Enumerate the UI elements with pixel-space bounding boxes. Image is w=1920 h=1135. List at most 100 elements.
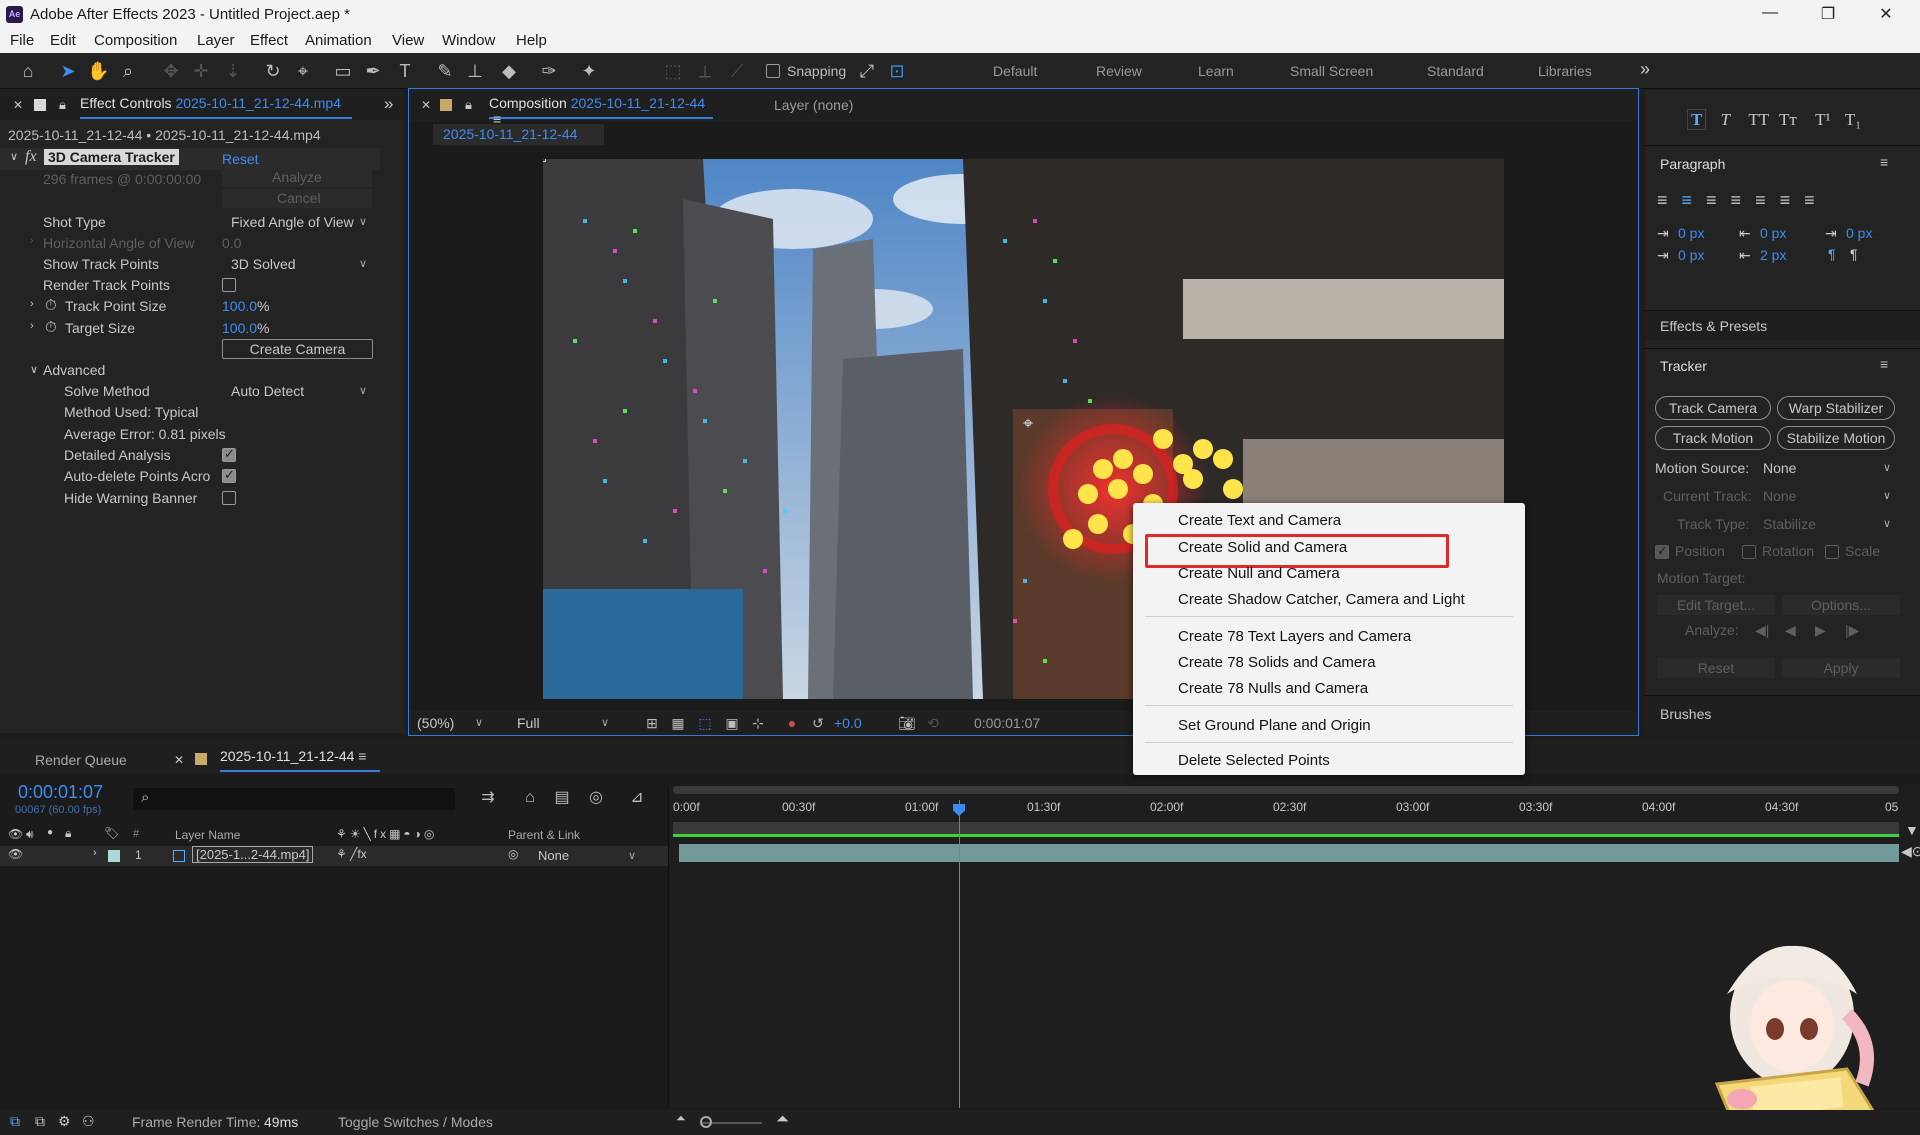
analyze-button[interactable]: Analyze: [222, 168, 372, 187]
analyze-backward-icon[interactable]: ◀: [1785, 622, 1796, 639]
layer-row[interactable]: 👁︎ › 1 [2025-1...2-44.mp4] ⚘ ╱fx ◎ None ∨: [0, 846, 668, 866]
tab-layer[interactable]: Layer (none): [774, 97, 853, 113]
superscript-button[interactable]: T¹: [1815, 110, 1830, 129]
track-camera-button[interactable]: Track Camera: [1655, 396, 1771, 420]
track-point-size-value[interactable]: 100.0%: [222, 298, 270, 314]
justify-center-icon[interactable]: ≡: [1755, 190, 1780, 210]
faux-bold-button[interactable]: T: [1687, 109, 1707, 130]
show-snapshot-icon[interactable]: ⟲: [922, 712, 944, 734]
fx-toggle-icon[interactable]: fx: [25, 148, 37, 166]
workspace-default[interactable]: Default: [993, 63, 1037, 79]
menu-create-78-text-layers[interactable]: Create 78 Text Layers and Camera: [1178, 628, 1411, 645]
axis-local-icon[interactable]: ⬚: [662, 60, 684, 82]
resolution-dropdown[interactable]: Full ∨: [511, 713, 615, 733]
menu-create-solid-and-camera[interactable]: Create Solid and Camera: [1178, 539, 1347, 556]
subscript-button[interactable]: T₁: [1845, 110, 1861, 129]
timeline-track-area[interactable]: 0:00f 00:30f 01:00f 01:30f 02:00f 02:30f…: [668, 786, 1920, 1134]
small-caps-button[interactable]: Tт: [1779, 110, 1797, 129]
menu-layer[interactable]: Layer: [197, 32, 235, 49]
bounds-handle[interactable]: [543, 159, 546, 162]
axis-world-icon[interactable]: ⟂: [694, 60, 716, 82]
label-column-icon[interactable]: 🏷︎: [104, 826, 119, 840]
layer-switches-toggle-icon[interactable]: ⧉: [35, 1113, 45, 1130]
maximize-button[interactable]: ❐: [1808, 4, 1848, 24]
video-toggle-icon[interactable]: 👁︎: [8, 827, 23, 841]
audio-toggle-icon[interactable]: 🔊︎: [26, 827, 34, 842]
toggle-switches-modes[interactable]: Toggle Switches / Modes: [338, 1114, 493, 1130]
zoom-dropdown[interactable]: (50%) ∨: [411, 713, 489, 733]
justify-all-icon[interactable]: ≡: [1804, 190, 1829, 210]
transparency-grid-icon[interactable]: ▦: [667, 712, 689, 734]
work-area-range[interactable]: [673, 834, 1899, 837]
expand-hfov-icon[interactable]: ›: [30, 235, 33, 246]
layer-switches-icons[interactable]: ⚘ ╱fx: [336, 847, 367, 861]
analyze-back-icon[interactable]: ◀|: [1755, 622, 1769, 639]
roto-brush-tool-icon[interactable]: ✑: [538, 60, 560, 82]
lock-icon[interactable]: 🔒︎: [59, 97, 66, 113]
indent-after-value[interactable]: 2 px: [1760, 247, 1786, 263]
menu-window[interactable]: Window: [442, 32, 495, 49]
cancel-button[interactable]: Cancel: [222, 189, 372, 208]
layer-label-color[interactable]: [108, 850, 120, 862]
time-ruler[interactable]: 0:00f 00:30f 01:00f 01:30f 02:00f 02:30f…: [673, 800, 1899, 816]
comp-mini-flowchart-icon[interactable]: ⇉: [477, 787, 499, 809]
align-right-icon[interactable]: ≡: [1706, 190, 1731, 210]
menu-help[interactable]: Help: [516, 32, 547, 49]
target-size-value[interactable]: 100.0%: [222, 320, 270, 336]
rectangle-tool-icon[interactable]: ▭: [332, 60, 354, 82]
zoom-out-icon[interactable]: ⏶: [676, 1111, 686, 1126]
stabilize-motion-button[interactable]: Stabilize Motion: [1777, 426, 1895, 450]
home-icon[interactable]: ⌂: [17, 60, 39, 82]
orbit-tool-icon[interactable]: ✥: [160, 60, 182, 82]
track-motion-button[interactable]: Track Motion: [1655, 426, 1771, 450]
minimize-button[interactable]: —: [1750, 4, 1790, 22]
align-center-icon[interactable]: ≡: [1682, 190, 1707, 210]
snap-options-icon[interactable]: ⤢: [856, 60, 878, 82]
shot-type-dropdown[interactable]: Fixed Angle of View ∨: [225, 212, 373, 232]
timeline-zoom-icon[interactable]: ▼: [1905, 822, 1919, 838]
menu-animation[interactable]: Animation: [305, 32, 372, 49]
axis-view-icon[interactable]: ⟋: [726, 60, 748, 82]
effect-name[interactable]: 3D Camera Tracker: [44, 149, 179, 165]
menu-edit[interactable]: Edit: [50, 32, 76, 49]
menu-delete-selected-points[interactable]: Delete Selected Points: [1178, 752, 1330, 769]
snapping-checkbox[interactable]: [766, 64, 780, 78]
warp-stabilizer-button[interactable]: Warp Stabilizer: [1777, 396, 1895, 420]
tracker-apply-button[interactable]: Apply: [1782, 658, 1900, 678]
tracker-menu-icon[interactable]: ≡: [1880, 356, 1888, 372]
anchor-tool-icon[interactable]: ⌖: [292, 60, 314, 82]
expand-layer-icon[interactable]: ›: [93, 847, 97, 859]
workspace-review[interactable]: Review: [1096, 63, 1142, 79]
expand-track-point-size-icon[interactable]: ›: [30, 298, 34, 310]
space-after-value[interactable]: 0 px: [1678, 247, 1704, 263]
menu-create-78-solids[interactable]: Create 78 Solids and Camera: [1178, 654, 1376, 671]
tab-timeline-comp[interactable]: 2025-10-11_21-12-44 ≡: [220, 748, 380, 772]
parent-dropdown[interactable]: None ∨: [532, 846, 642, 866]
solve-method-dropdown[interactable]: Auto Detect ∨: [225, 381, 373, 401]
expand-effect-icon[interactable]: ∨: [10, 150, 18, 163]
pan-tool-icon[interactable]: ✛: [190, 60, 212, 82]
reset-exposure-icon[interactable]: ↺: [807, 712, 829, 734]
solo-toggle-icon[interactable]: ●: [47, 827, 53, 838]
scale-checkbox[interactable]: [1825, 545, 1839, 559]
tab-render-queue[interactable]: Render Queue: [35, 752, 127, 768]
space-before-value[interactable]: 0 px: [1760, 225, 1786, 241]
detailed-analysis-checkbox[interactable]: [222, 446, 236, 462]
snap-target-icon[interactable]: ⊡: [886, 60, 908, 82]
dolly-tool-icon[interactable]: ⇣: [222, 60, 244, 82]
render-preview-icon[interactable]: ⧉: [10, 1113, 20, 1130]
in-out-toggle-icon[interactable]: ⚇: [82, 1113, 95, 1130]
edit-target-button[interactable]: Edit Target...: [1657, 595, 1775, 615]
expand-target-size-icon[interactable]: ›: [30, 320, 34, 332]
snapshot-camera-icon[interactable]: 📷︎: [896, 712, 918, 734]
menu-effect[interactable]: Effect: [250, 32, 288, 49]
type-tool-icon[interactable]: T: [394, 60, 416, 82]
align-left-icon[interactable]: ≡: [1657, 190, 1682, 210]
layer-search-input[interactable]: ⌕: [133, 788, 455, 810]
workspace-libraries[interactable]: Libraries: [1538, 63, 1592, 79]
time-navigator[interactable]: [673, 786, 1899, 794]
show-track-points-dropdown[interactable]: 3D Solved ∨: [225, 254, 373, 274]
analyze-forward-icon[interactable]: ▶: [1815, 622, 1826, 639]
workspace-standard[interactable]: Standard: [1427, 63, 1484, 79]
layer-duration-bar[interactable]: [679, 844, 1899, 862]
